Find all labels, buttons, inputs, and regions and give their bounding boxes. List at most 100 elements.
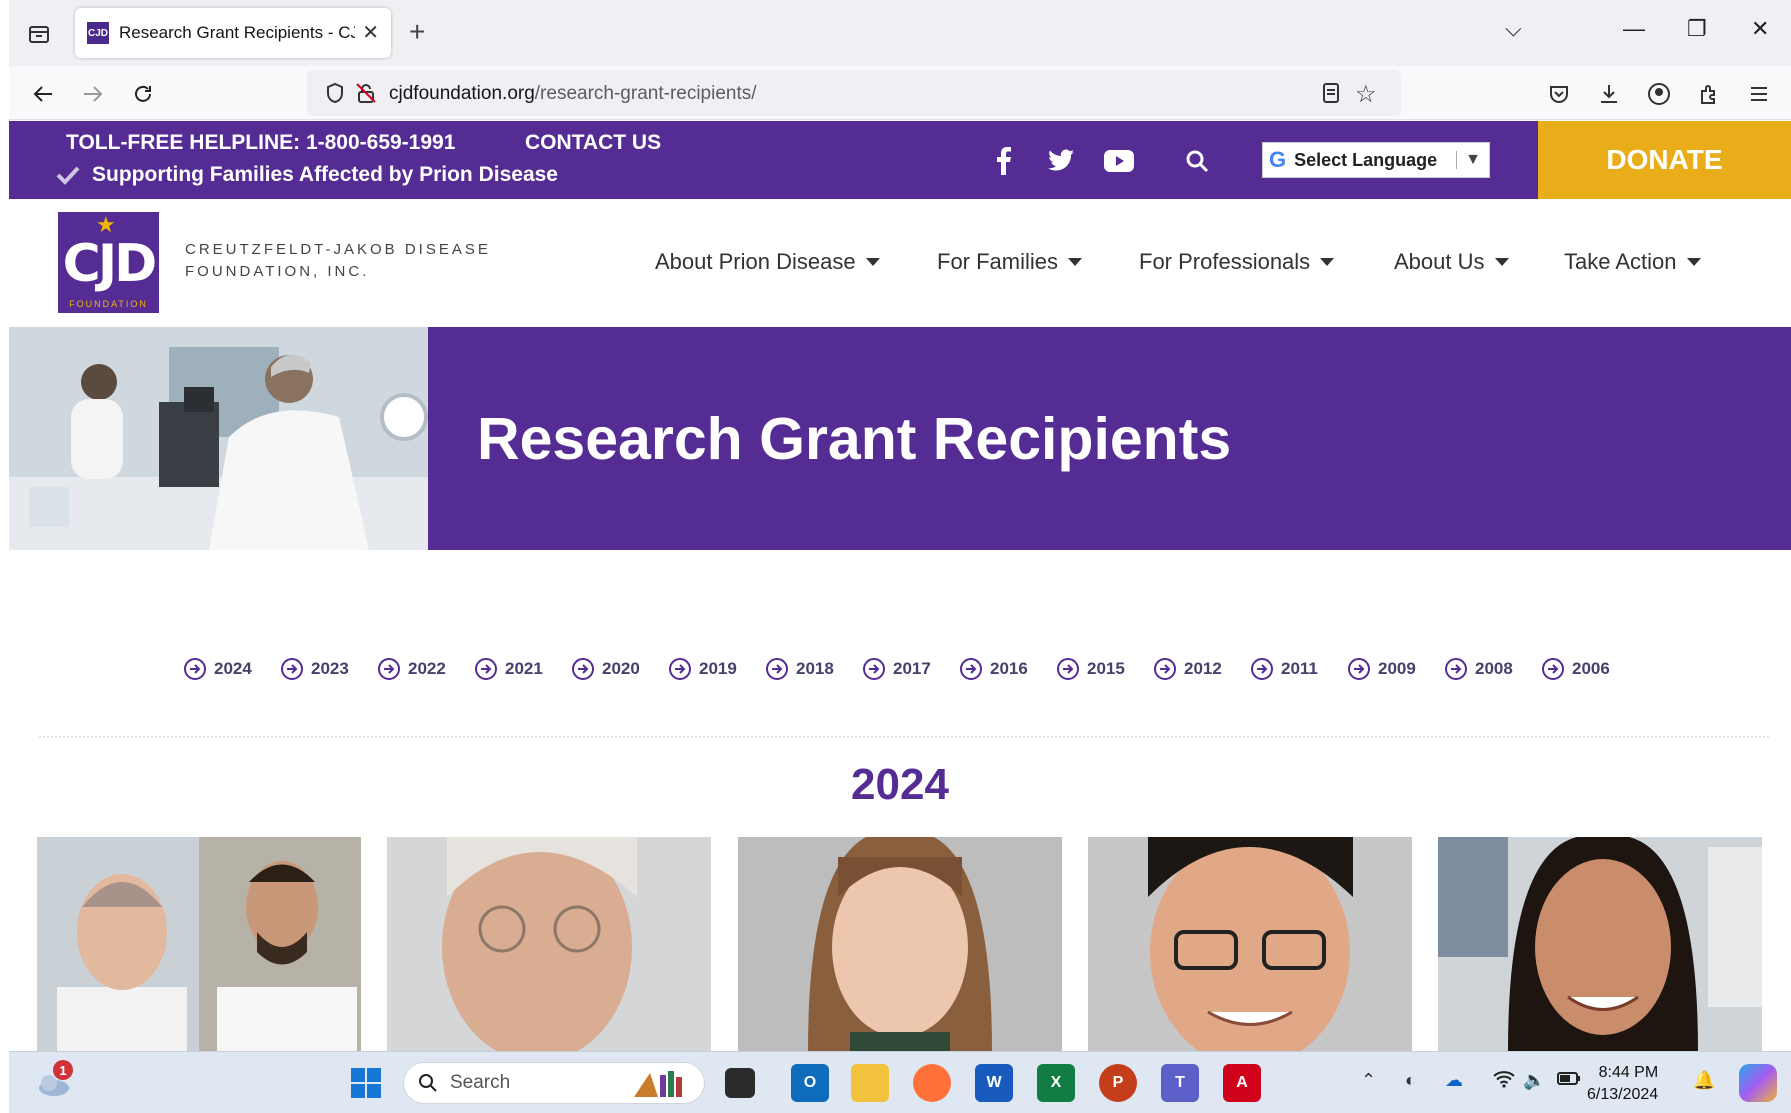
helpline-link[interactable]: TOLL-FREE HELPLINE: 1-800-659-1991: [66, 131, 455, 155]
tab-list-icon[interactable]: [23, 18, 55, 50]
year-label: 2023: [311, 659, 349, 678]
utility-bar: TOLL-FREE HELPLINE: 1-800-659-1991 CONTA…: [9, 121, 1791, 199]
word-icon[interactable]: W: [975, 1064, 1013, 1102]
active-tab[interactable]: CJD Research Grant Recipients - CJD F ✕: [75, 8, 391, 58]
close-window-icon[interactable]: ✕: [1751, 16, 1769, 42]
search-icon[interactable]: [1181, 145, 1213, 177]
address-bar[interactable]: cjdfoundation.org/research-grant-recipie…: [307, 70, 1401, 116]
extensions-icon[interactable]: [1695, 80, 1723, 108]
teams-icon[interactable]: T: [1161, 1064, 1199, 1102]
excel-icon[interactable]: X: [1037, 1064, 1075, 1102]
year-label: 2008: [1475, 659, 1513, 678]
acrobat-icon[interactable]: A: [1223, 1064, 1261, 1102]
year-link-2023[interactable]: 2023: [281, 658, 378, 680]
recipient-card[interactable]: [37, 837, 361, 1051]
url-domain: cjdfoundation.org: [389, 83, 535, 104]
year-link-2016[interactable]: 2016: [960, 658, 1057, 680]
tab-favicon: CJD: [87, 22, 109, 44]
year-label: 2011: [1281, 659, 1318, 678]
year-link-2015[interactable]: 2015: [1057, 658, 1154, 680]
copilot-tray-icon[interactable]: ◐: [1405, 1070, 1416, 1091]
tab-overflow-chevron-icon[interactable]: ⌵: [1505, 16, 1522, 42]
clock-time: 8:44 PM: [1598, 1064, 1659, 1081]
arrow-right-circle-icon: [1542, 658, 1564, 680]
youtube-icon[interactable]: [1103, 145, 1135, 177]
pocket-icon[interactable]: [1545, 80, 1573, 108]
task-view-icon[interactable]: [725, 1068, 755, 1098]
wifi-icon[interactable]: [1493, 1070, 1515, 1093]
menu-for-families[interactable]: For Families: [937, 249, 1083, 275]
notifications-bell-icon[interactable]: 🔔: [1693, 1070, 1715, 1091]
org-name[interactable]: CREUTZFELDT-JAKOB DISEASE FOUNDATION, IN…: [185, 239, 491, 283]
recipient-card[interactable]: [387, 837, 711, 1051]
year-link-2009[interactable]: 2009: [1348, 658, 1445, 680]
bookmark-star-icon[interactable]: ☆: [1355, 80, 1377, 109]
menu-for-professionals[interactable]: For Professionals: [1139, 249, 1335, 275]
reader-view-icon[interactable]: [1321, 82, 1341, 109]
year-label: 2015: [1087, 659, 1125, 678]
language-selector[interactable]: G Select Language ▼: [1262, 142, 1490, 178]
donate-button[interactable]: DONATE: [1538, 121, 1791, 199]
section-year-heading: 2024: [851, 760, 949, 809]
contact-us-link[interactable]: CONTACT US: [525, 131, 661, 155]
copilot-icon[interactable]: [1739, 1064, 1777, 1102]
year-link-2024[interactable]: 2024: [184, 658, 281, 680]
recipient-card[interactable]: [1438, 837, 1762, 1051]
year-link-2017[interactable]: 2017: [863, 658, 960, 680]
restore-icon[interactable]: ❐: [1687, 16, 1707, 42]
search-highlight-icon: [634, 1071, 682, 1097]
app-menu-icon[interactable]: [1745, 80, 1773, 108]
powerpoint-icon[interactable]: P: [1099, 1064, 1137, 1102]
forward-icon[interactable]: [79, 80, 107, 108]
year-link-2020[interactable]: 2020: [572, 658, 669, 680]
arrow-right-circle-icon: [1348, 658, 1370, 680]
year-link-2022[interactable]: 2022: [378, 658, 475, 680]
insecure-lock-icon[interactable]: [355, 82, 377, 109]
year-link-2008[interactable]: 2008: [1445, 658, 1542, 680]
back-icon[interactable]: [29, 80, 57, 108]
arrow-right-circle-icon: [669, 658, 691, 680]
checkmark-icon: [56, 166, 80, 185]
show-hidden-icons-chevron[interactable]: ⌃: [1361, 1070, 1376, 1091]
menu-about-us[interactable]: About Us: [1394, 249, 1509, 275]
menu-take-action[interactable]: Take Action: [1564, 249, 1701, 275]
account-icon[interactable]: [1645, 80, 1673, 108]
volume-icon[interactable]: 🔈: [1523, 1070, 1545, 1091]
facebook-icon[interactable]: [987, 145, 1019, 177]
year-link-2012[interactable]: 2012: [1154, 658, 1251, 680]
battery-icon[interactable]: [1557, 1070, 1581, 1091]
minimize-icon[interactable]: —: [1623, 16, 1645, 42]
menu-about-prion-disease[interactable]: About Prion Disease: [655, 249, 880, 275]
weather-icon[interactable]: 1: [35, 1060, 73, 1102]
year-label: 2006: [1572, 659, 1610, 678]
caret-down-icon: [1068, 258, 1083, 266]
recipient-card[interactable]: [738, 837, 1062, 1051]
year-link-2011[interactable]: 2011: [1251, 658, 1348, 680]
file-explorer-icon[interactable]: [851, 1064, 889, 1102]
firefox-icon[interactable]: [913, 1064, 951, 1102]
year-link-2006[interactable]: 2006: [1542, 658, 1639, 680]
year-label: 2021: [505, 659, 543, 678]
windows-start-icon[interactable]: [347, 1064, 385, 1102]
navigation-bar: cjdfoundation.org/research-grant-recipie…: [9, 66, 1791, 120]
shield-icon[interactable]: [325, 82, 345, 109]
onedrive-icon[interactable]: ☁: [1445, 1070, 1463, 1091]
reload-icon[interactable]: [129, 80, 157, 108]
menu-label: For Professionals: [1139, 249, 1311, 274]
url-text[interactable]: cjdfoundation.org/research-grant-recipie…: [389, 83, 757, 105]
year-link-2019[interactable]: 2019: [669, 658, 766, 680]
downloads-icon[interactable]: [1595, 80, 1623, 108]
new-tab-icon[interactable]: +: [409, 18, 425, 46]
cjd-logo[interactable]: ★ CJD FOUNDATION: [58, 212, 159, 313]
recipient-card[interactable]: [1088, 837, 1412, 1051]
arrow-right-circle-icon: [378, 658, 400, 680]
year-link-2018[interactable]: 2018: [766, 658, 863, 680]
tab-close-icon[interactable]: ✕: [362, 20, 379, 45]
taskbar-search[interactable]: Search: [403, 1062, 705, 1104]
outlook-icon[interactable]: O: [791, 1064, 829, 1102]
year-label: 2016: [990, 659, 1028, 678]
twitter-icon[interactable]: [1045, 145, 1077, 177]
clock[interactable]: 8:44 PM 6/13/2024: [1587, 1062, 1658, 1106]
year-navigation: 2024 2023 2022 2021 2020 2019 2018 2017 2016 2015…: [184, 658, 1639, 680]
year-link-2021[interactable]: 2021: [475, 658, 572, 680]
